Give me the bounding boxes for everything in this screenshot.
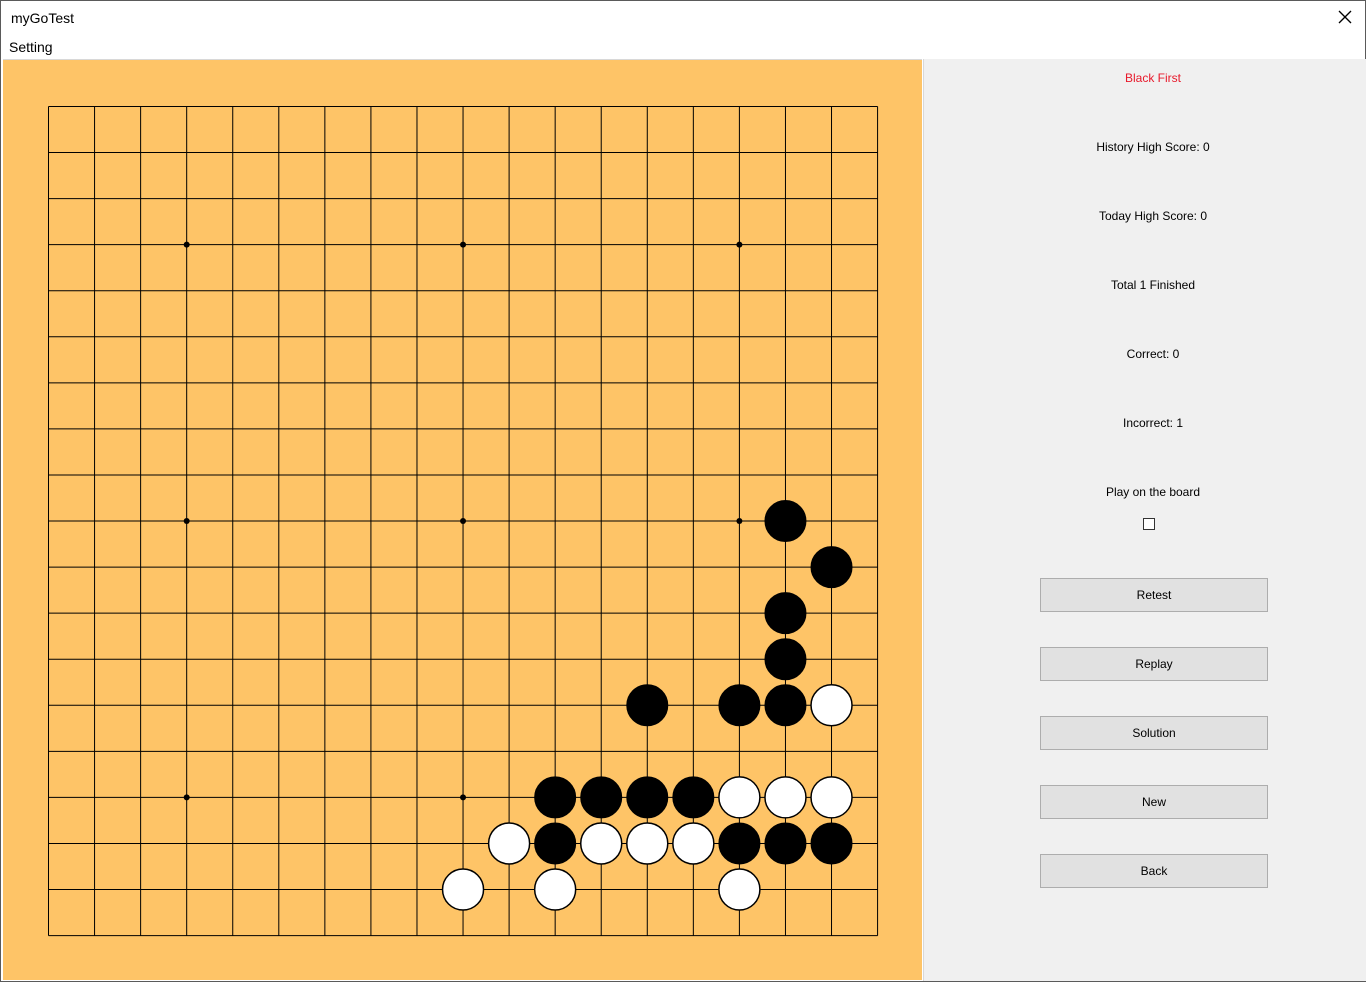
side-panel: Black First History High Score: 0 Today … xyxy=(923,59,1366,981)
black-stone xyxy=(719,685,760,726)
star-point xyxy=(184,794,190,800)
white-stone xyxy=(719,777,760,818)
white-stone xyxy=(581,823,622,864)
black-stone xyxy=(535,823,576,864)
solution-button[interactable]: Solution xyxy=(1040,716,1268,750)
black-stone xyxy=(535,777,576,818)
correct-count: Correct: 0 xyxy=(924,347,1366,361)
star-point xyxy=(460,794,466,800)
black-stone xyxy=(765,639,806,680)
star-point xyxy=(460,518,466,524)
replay-button[interactable]: Replay xyxy=(1040,647,1268,681)
black-stone xyxy=(765,823,806,864)
white-stone xyxy=(443,869,484,910)
star-point xyxy=(736,242,742,248)
close-icon xyxy=(1338,10,1352,24)
go-board-panel xyxy=(3,59,922,980)
black-stone xyxy=(811,823,852,864)
white-stone xyxy=(489,823,530,864)
window-title: myGoTest xyxy=(11,10,74,26)
play-on-board-checkbox[interactable] xyxy=(1143,518,1155,530)
history-high-score: History High Score: 0 xyxy=(924,140,1366,154)
black-stone xyxy=(673,777,714,818)
black-stone xyxy=(765,593,806,634)
black-stone xyxy=(719,823,760,864)
white-stone xyxy=(627,823,668,864)
total-finished: Total 1 Finished xyxy=(924,278,1366,292)
white-stone xyxy=(673,823,714,864)
star-point xyxy=(184,518,190,524)
close-button[interactable] xyxy=(1333,5,1357,29)
white-stone xyxy=(811,777,852,818)
title-bar: myGoTest xyxy=(1,1,1365,35)
white-stone xyxy=(719,869,760,910)
play-on-board-label: Play on the board xyxy=(924,485,1366,499)
star-point xyxy=(184,242,190,248)
menu-setting[interactable]: Setting xyxy=(9,39,53,55)
turn-status: Black First xyxy=(924,71,1366,85)
black-stone xyxy=(627,685,668,726)
new-button[interactable]: New xyxy=(1040,785,1268,819)
black-stone xyxy=(765,501,806,542)
white-stone xyxy=(811,685,852,726)
star-point xyxy=(736,518,742,524)
black-stone xyxy=(811,547,852,588)
incorrect-count: Incorrect: 1 xyxy=(924,416,1366,430)
black-stone xyxy=(765,685,806,726)
menu-bar: Setting xyxy=(1,35,1365,59)
star-point xyxy=(460,242,466,248)
today-high-score: Today High Score: 0 xyxy=(924,209,1366,223)
back-button[interactable]: Back xyxy=(1040,854,1268,888)
go-board[interactable] xyxy=(3,60,922,980)
white-stone xyxy=(535,869,576,910)
retest-button[interactable]: Retest xyxy=(1040,578,1268,612)
black-stone xyxy=(581,777,622,818)
white-stone xyxy=(765,777,806,818)
app-window: myGoTest Setting Black First History Hig… xyxy=(0,0,1366,982)
black-stone xyxy=(627,777,668,818)
